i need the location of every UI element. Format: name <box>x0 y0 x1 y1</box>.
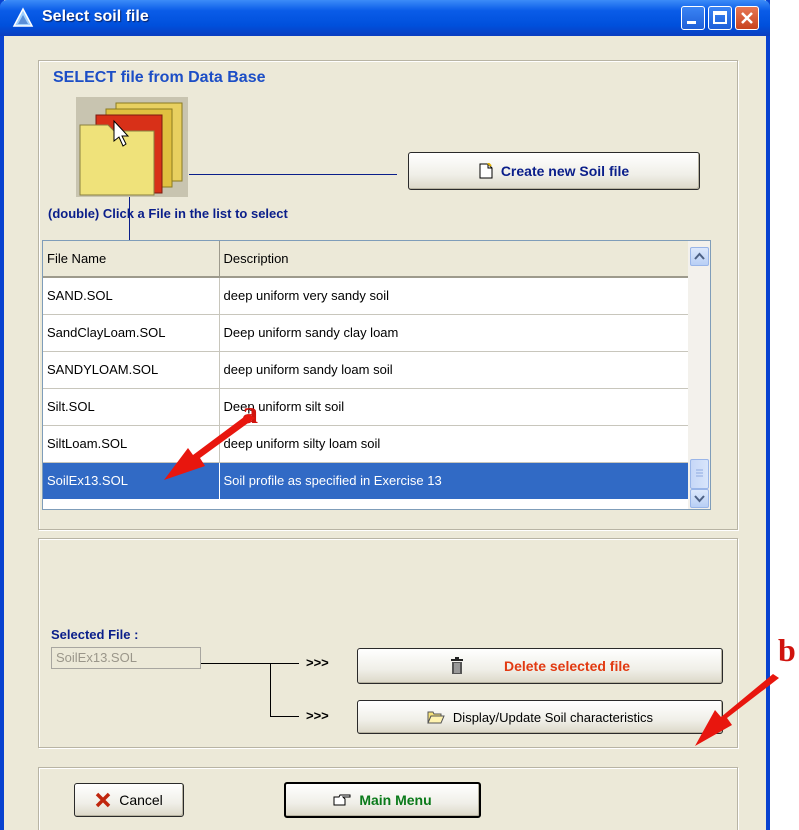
description-cell[interactable]: deep uniform sandy loam soil <box>219 351 691 389</box>
window-title: Select soil file <box>42 8 149 25</box>
cancel-button[interactable]: Cancel <box>74 783 184 817</box>
table-row[interactable]: SiltLoam.SOL deep uniform silty loam soi… <box>43 425 691 463</box>
main-menu-button[interactable]: Main Menu <box>284 782 481 818</box>
connector-line <box>270 716 299 717</box>
create-soil-file-label: Create new Soil file <box>500 163 630 179</box>
file-name-cell[interactable]: SANDYLOAM.SOL <box>43 351 220 389</box>
main-menu-label: Main Menu <box>359 792 432 808</box>
instruction-text: (double) Click a File in the list to sel… <box>48 206 288 221</box>
delete-selected-file-label: Delete selected file <box>503 658 631 674</box>
description-cell[interactable]: Deep uniform sandy clay loam <box>219 314 691 352</box>
file-name-cell[interactable]: SandClayLoam.SOL <box>43 314 220 352</box>
trash-icon <box>450 657 464 675</box>
app-icon <box>12 7 34 27</box>
description-cell[interactable]: deep uniform silty loam soil <box>219 425 691 463</box>
connector-line <box>270 663 271 717</box>
annotation-arrow-icon <box>695 674 779 746</box>
folders-icon <box>76 97 188 197</box>
table-row[interactable]: SAND.SOL deep uniform very sandy soil <box>43 277 691 315</box>
delete-selected-file-button[interactable]: Delete selected file <box>357 648 723 684</box>
grip-icon <box>696 469 703 477</box>
table-row-selected[interactable]: SoilEx13.SOL Soil profile as specified i… <box>43 462 691 500</box>
description-cell[interactable]: deep uniform very sandy soil <box>219 277 691 315</box>
display-update-soil-button[interactable]: Display/Update Soil characteristics <box>357 700 723 734</box>
close-button[interactable] <box>735 6 759 30</box>
new-file-icon <box>479 163 493 179</box>
scroll-down-button[interactable] <box>690 489 709 508</box>
cancel-label: Cancel <box>119 792 163 808</box>
file-list-grid[interactable]: File Name Description SAND.SOL deep unif… <box>42 240 711 510</box>
description-cell[interactable]: Deep uniform silt soil <box>219 388 691 426</box>
maximize-icon <box>713 11 727 24</box>
scroll-up-button[interactable] <box>690 247 709 266</box>
arrow-text: >>> <box>306 655 329 670</box>
vertical-scrollbar[interactable] <box>688 241 710 509</box>
create-soil-file-button[interactable]: Create new Soil file <box>408 152 700 190</box>
pointing-hand-icon <box>333 794 351 806</box>
section-heading: SELECT file from Data Base <box>53 69 266 86</box>
selected-file-field: SoilEx13.SOL <box>51 647 201 669</box>
connector-line <box>201 663 299 664</box>
arrow-text: >>> <box>306 708 329 723</box>
minimize-icon <box>687 21 696 24</box>
annotation-label-b: b <box>778 632 796 668</box>
dialog-window: Select soil file SELECT file from Data B… <box>0 0 770 830</box>
title-bar[interactable]: Select soil file <box>0 0 770 36</box>
file-name-cell[interactable]: SAND.SOL <box>43 277 220 315</box>
close-icon <box>95 792 111 808</box>
connector-line <box>189 174 397 175</box>
table-row[interactable]: SandClayLoam.SOL Deep uniform sandy clay… <box>43 314 691 352</box>
chevron-down-icon <box>694 495 705 503</box>
selected-file-label: Selected File : <box>51 627 139 642</box>
table-row[interactable]: SANDYLOAM.SOL deep uniform sandy loam so… <box>43 351 691 389</box>
maximize-button[interactable] <box>708 6 732 30</box>
column-header-description[interactable]: Description <box>219 241 691 278</box>
close-icon <box>741 12 753 24</box>
display-update-soil-label: Display/Update Soil characteristics <box>452 709 654 725</box>
scroll-thumb[interactable] <box>690 459 709 489</box>
column-header-file-name[interactable]: File Name <box>43 241 220 278</box>
table-row[interactable]: Silt.SOL Deep uniform silt soil <box>43 388 691 426</box>
open-folder-icon <box>427 710 445 724</box>
chevron-up-icon <box>694 252 705 260</box>
minimize-button[interactable] <box>681 6 705 30</box>
description-cell[interactable]: Soil profile as specified in Exercise 13 <box>219 462 691 500</box>
annotation-arrow-icon <box>164 414 255 480</box>
